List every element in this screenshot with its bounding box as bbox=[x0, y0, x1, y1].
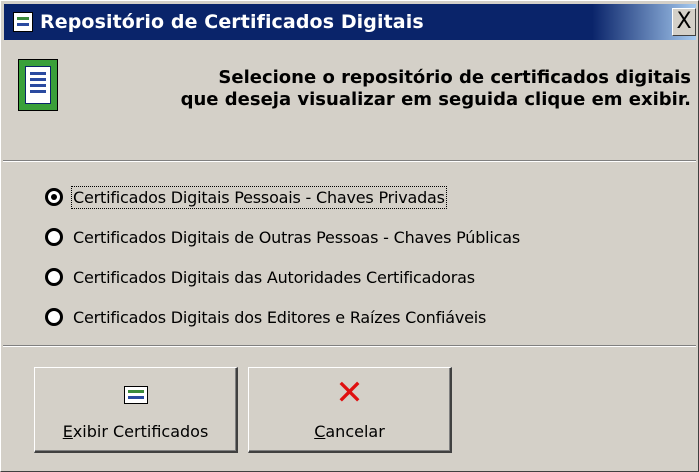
divider-top bbox=[3, 160, 696, 162]
option-other-people[interactable]: Certificados Digitais de Outras Pessoas … bbox=[45, 217, 665, 257]
certificate-icon bbox=[123, 386, 148, 404]
option-authorities[interactable]: Certificados Digitais das Autoridades Ce… bbox=[45, 257, 665, 297]
close-button[interactable]: X bbox=[672, 8, 696, 36]
title-bar[interactable]: Repositório de Certificados Digitais X bbox=[4, 4, 696, 40]
instruction-text: Selecione o repositório de certificados … bbox=[101, 67, 691, 111]
app-certificate-icon bbox=[13, 12, 33, 32]
radio-button[interactable] bbox=[45, 308, 63, 326]
cancel-button[interactable]: ✕ Cancelar bbox=[248, 367, 452, 453]
option-personal[interactable]: Certificados Digitais Pessoais - Chaves … bbox=[45, 177, 665, 217]
option-label[interactable]: Certificados Digitais das Autoridades Ce… bbox=[73, 268, 475, 287]
radio-button[interactable] bbox=[45, 228, 63, 246]
option-label[interactable]: Certificados Digitais dos Editores e Raí… bbox=[73, 308, 486, 327]
radio-button[interactable] bbox=[45, 268, 63, 286]
view-certificates-button[interactable]: Exibir Certificados bbox=[34, 367, 238, 453]
certificate-icon bbox=[18, 59, 58, 111]
cancel-label: Cancelar bbox=[314, 422, 385, 441]
option-publishers[interactable]: Certificados Digitais dos Editores e Raí… bbox=[45, 297, 665, 337]
instruction-line-2: que deseja visualizar em seguida clique … bbox=[180, 89, 691, 110]
cancel-x-icon: ✕ bbox=[335, 373, 364, 413]
radio-button-checked[interactable] bbox=[45, 188, 63, 206]
repository-options: Certificados Digitais Pessoais - Chaves … bbox=[45, 177, 665, 337]
dialog-window: Repositório de Certificados Digitais X S… bbox=[0, 0, 699, 472]
instruction-line-1: Selecione o repositório de certificados … bbox=[218, 67, 691, 88]
divider-bottom bbox=[3, 345, 696, 347]
option-label[interactable]: Certificados Digitais de Outras Pessoas … bbox=[73, 228, 520, 247]
option-label[interactable]: Certificados Digitais Pessoais - Chaves … bbox=[71, 185, 447, 209]
window-title: Repositório de Certificados Digitais bbox=[40, 11, 424, 33]
view-certificates-label: Exibir Certificados bbox=[62, 422, 209, 441]
header-area: Selecione o repositório de certificados … bbox=[11, 49, 697, 149]
